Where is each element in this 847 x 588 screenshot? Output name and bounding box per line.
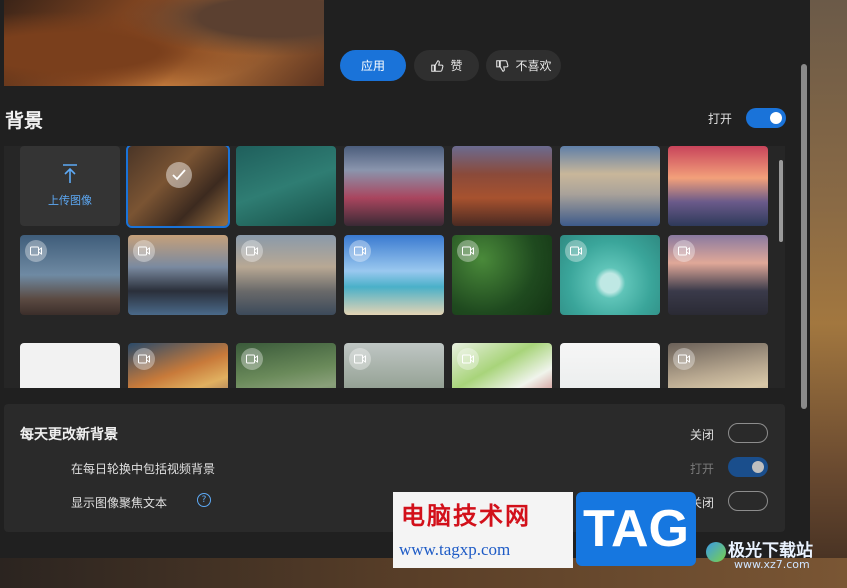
watermark-tag-logo: TAG [576,492,696,566]
thumbnail-seaside-cliff-town[interactable] [668,235,768,315]
thumbnail-harbor-town[interactable] [560,146,660,226]
thumbnail-forest-aerial[interactable] [452,235,552,315]
video-icon [349,240,371,262]
thumbnail-coastal-town[interactable] [236,235,336,315]
video-icon [349,348,371,370]
video-icon [241,240,263,262]
daily-toggle-label: 关闭 [690,428,715,442]
like-button[interactable]: 赞 [414,50,479,81]
thumbs-down-icon [496,59,509,72]
watermark-site-name: 电脑技术网 [401,502,531,530]
xz7-logo-icon [706,542,726,562]
video-icon [673,240,695,262]
background-toggle-label: 打开 [708,112,733,126]
thumbnail-green-hills[interactable] [236,343,336,388]
watermark-xz7: 极光下载站 www.xz7.com [704,534,846,574]
thumbnail-white-splash[interactable] [560,343,660,388]
thumbnail-coral-reef[interactable] [128,343,228,388]
thumbnail-pier-sunset[interactable] [668,146,768,226]
spotlight-text-toggle[interactable] [728,491,768,511]
thumbnail-water-drop[interactable] [560,235,660,315]
background-toggle[interactable] [746,108,786,128]
thumbnail-canyon-river[interactable] [452,146,552,226]
video-icon [133,240,155,262]
video-icon [565,240,587,262]
upload-icon [63,164,77,183]
spotlight-text-label: 显示图像聚焦文本 [71,496,168,510]
thumbnail-misty-valley[interactable] [344,343,444,388]
thumbnail-green-leaf[interactable] [452,343,552,388]
help-icon[interactable]: ? [197,493,211,507]
thumbnail-beach-sky[interactable] [344,235,444,315]
thumbnail-sand-dunes[interactable] [668,343,768,388]
video-icon [241,348,263,370]
thumbnail-dusk-mountains[interactable] [20,235,120,315]
thumbnail-ocean-waves[interactable] [236,146,336,226]
like-label: 赞 [450,59,463,73]
thumbnail-grid-scrollbar[interactable] [779,160,783,242]
background-thumbnail-grid: 上传图像 [4,146,785,388]
include-video-toggle[interactable] [728,457,768,477]
video-icon [133,348,155,370]
daily-background-title: 每天更改新背景 [20,427,118,443]
panel-scrollbar[interactable] [801,64,807,409]
apply-label: 应用 [360,59,385,73]
video-icon [457,240,479,262]
thumbnail-city-skyline[interactable] [128,235,228,315]
include-video-toggle-label: 打开 [690,462,715,476]
video-icon [457,348,479,370]
upload-image-button[interactable]: 上传图像 [20,146,120,226]
thumbnail-mount-fuji-pagoda[interactable] [344,146,444,226]
current-background-preview [4,0,324,86]
watermark-tagxp: 电脑技术网 www.tagxp.com [393,492,573,568]
desktop-wallpaper [810,0,847,588]
thumbnail-desert-cliff[interactable] [126,146,230,228]
thumbs-up-icon [431,59,444,72]
video-icon [673,348,695,370]
video-icon [25,240,47,262]
selected-check-icon [166,162,192,188]
apply-button[interactable]: 应用 [340,50,406,81]
watermark-site-url: www.tagxp.com [399,540,511,559]
background-settings-panel: 应用 赞 不喜欢 背景 打开 上传图像 每天更改新背景 关闭 在每日轮换中包括视… [0,0,810,558]
background-section-title: 背景 [5,110,44,132]
dislike-button[interactable]: 不喜欢 [486,50,561,81]
thumbnail-white-mist[interactable] [20,343,120,388]
daily-background-toggle[interactable] [728,423,768,443]
watermark-partner-url: www.xz7.com [734,558,810,571]
include-video-label: 在每日轮换中包括视频背景 [71,462,216,476]
dislike-label: 不喜欢 [515,59,552,73]
upload-label: 上传图像 [48,194,92,207]
